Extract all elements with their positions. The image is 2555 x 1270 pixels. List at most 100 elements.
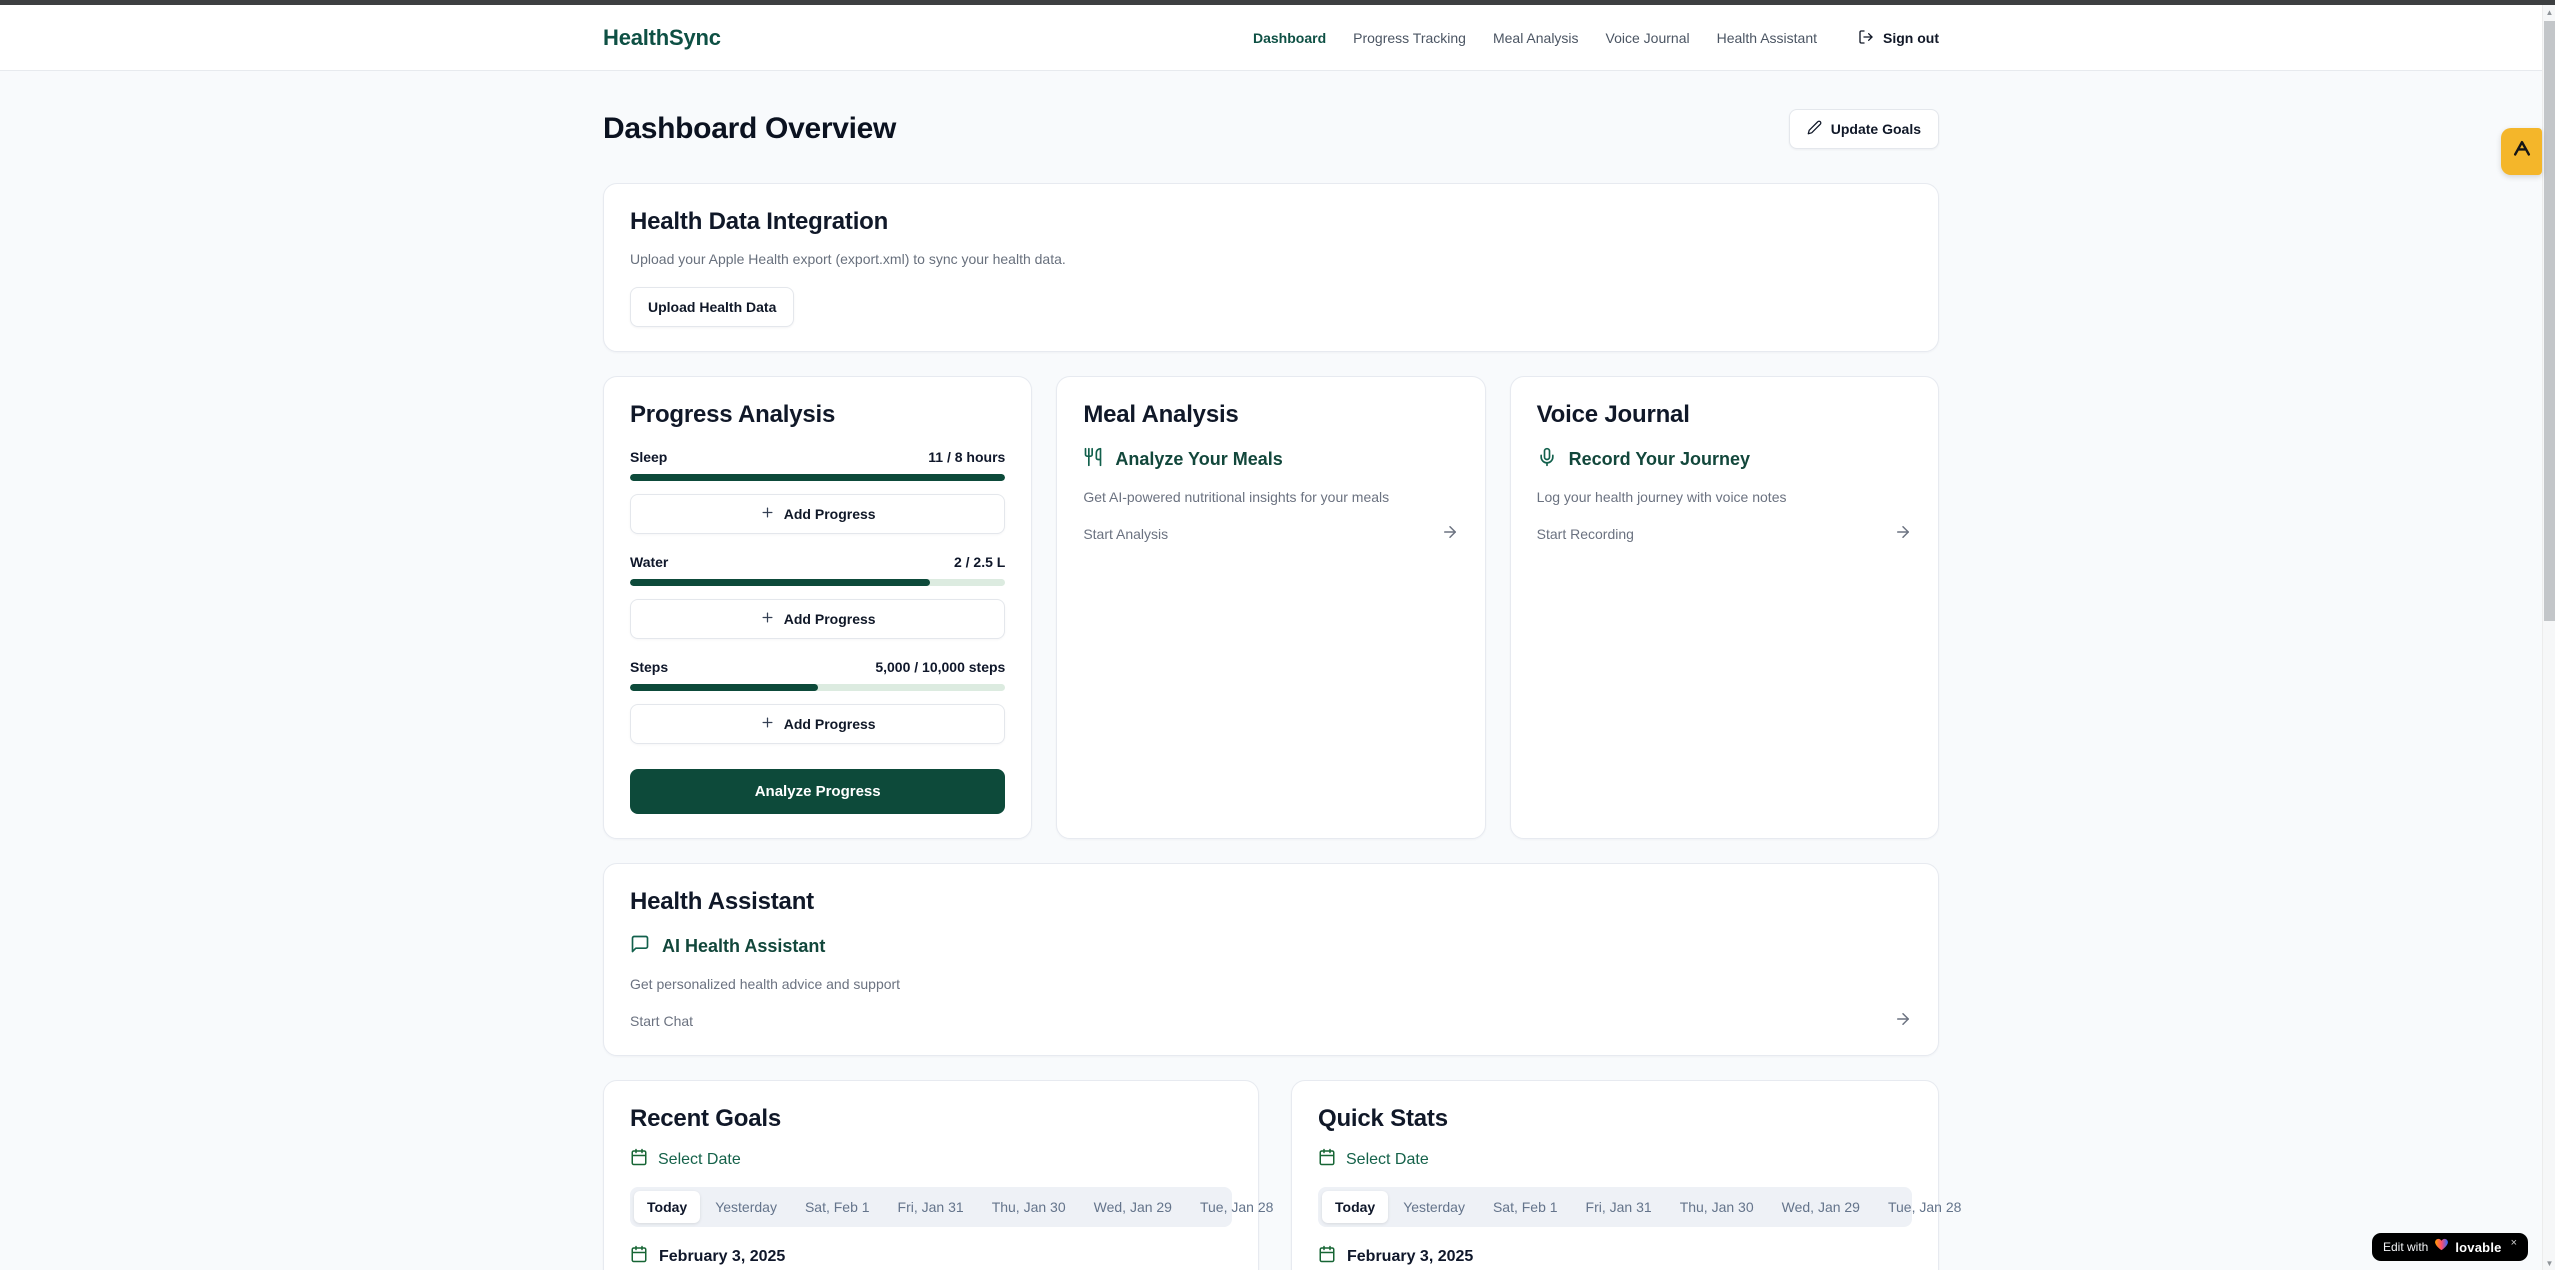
- start-chat-label: Start Chat: [630, 1013, 693, 1029]
- start-recording-link[interactable]: Start Recording: [1537, 523, 1912, 544]
- date-tab-wed-jan-29[interactable]: Wed, Jan 29: [1769, 1191, 1873, 1223]
- water-add-progress-button[interactable]: Add Progress: [630, 599, 1005, 639]
- meal-analysis-card: Meal Analysis Analyze Your Meals Get AI-…: [1056, 376, 1485, 839]
- voice-feature-title: Record Your Journey: [1569, 449, 1750, 470]
- update-goals-label: Update Goals: [1831, 121, 1921, 137]
- brand-logo[interactable]: HealthSync: [603, 25, 721, 51]
- close-icon[interactable]: ×: [2511, 1237, 2517, 1249]
- add-progress-label: Add Progress: [784, 716, 876, 732]
- nav-item-dashboard[interactable]: Dashboard: [1253, 30, 1326, 46]
- date-tab-fri-jan-31[interactable]: Fri, Jan 31: [885, 1191, 977, 1223]
- date-tab-thu-jan-30[interactable]: Thu, Jan 30: [1667, 1191, 1767, 1223]
- date-tab-today[interactable]: Today: [1322, 1191, 1388, 1223]
- integration-description: Upload your Apple Health export (export.…: [630, 251, 1912, 267]
- voice-description: Log your health journey with voice notes: [1537, 489, 1912, 505]
- scrollbar-down-arrow[interactable]: ▼: [2543, 1256, 2555, 1270]
- date-tab-sat-feb-1[interactable]: Sat, Feb 1: [1480, 1191, 1571, 1223]
- update-goals-button[interactable]: Update Goals: [1789, 109, 1939, 149]
- page-title: Dashboard Overview: [603, 112, 896, 146]
- steps-progress-bar: [630, 684, 1005, 691]
- arrow-right-icon: [1441, 523, 1459, 544]
- date-tab-sat-feb-1[interactable]: Sat, Feb 1: [792, 1191, 883, 1223]
- app-header: HealthSync Dashboard Progress Tracking M…: [0, 5, 2542, 71]
- plus-icon: [760, 505, 775, 523]
- nav-item-health-assistant[interactable]: Health Assistant: [1717, 30, 1817, 46]
- add-progress-label: Add Progress: [784, 506, 876, 522]
- meal-analysis-title: Meal Analysis: [1083, 401, 1458, 429]
- edit-badge-prefix: Edit with: [2383, 1240, 2428, 1254]
- voice-journal-card: Voice Journal Record Your Journey Log yo…: [1510, 376, 1939, 839]
- page-scrollbar[interactable]: ▲ ▼: [2542, 5, 2555, 1270]
- date-tab-today[interactable]: Today: [634, 1191, 700, 1223]
- utensils-icon: [1083, 447, 1103, 472]
- select-date-label: Select Date: [658, 1151, 741, 1169]
- start-analysis-link[interactable]: Start Analysis: [1083, 523, 1458, 544]
- lovable-side-badge[interactable]: [2501, 128, 2542, 175]
- calendar-icon: [1318, 1148, 1336, 1171]
- date-tab-fri-jan-31[interactable]: Fri, Jan 31: [1573, 1191, 1665, 1223]
- steps-value: 5,000 / 10,000 steps: [875, 659, 1005, 675]
- date-tab-wed-jan-29[interactable]: Wed, Jan 29: [1081, 1191, 1185, 1223]
- progress-analysis-title: Progress Analysis: [630, 401, 1005, 429]
- plus-icon: [760, 715, 775, 733]
- quick-stats-select-date[interactable]: Select Date: [1318, 1148, 1912, 1171]
- steps-label: Steps: [630, 659, 668, 675]
- edit-with-lovable-badge[interactable]: Edit with lovable ×: [2372, 1233, 2528, 1261]
- meal-description: Get AI-powered nutritional insights for …: [1083, 489, 1458, 505]
- date-tab-yesterday[interactable]: Yesterday: [702, 1191, 790, 1223]
- quick-stats-current-date: February 3, 2025: [1318, 1245, 1912, 1268]
- nav-item-meal-analysis[interactable]: Meal Analysis: [1493, 30, 1579, 46]
- date-tab-yesterday[interactable]: Yesterday: [1390, 1191, 1478, 1223]
- water-goal-group: Water 2 / 2.5 L Add Progress: [630, 554, 1005, 639]
- upload-health-data-button[interactable]: Upload Health Data: [630, 287, 794, 327]
- meal-feature-title: Analyze Your Meals: [1115, 449, 1282, 470]
- analyze-progress-button[interactable]: Analyze Progress: [630, 769, 1005, 814]
- date-tab-tue-jan-28[interactable]: Tue, Jan 28: [1875, 1191, 1974, 1223]
- voice-journal-title: Voice Journal: [1537, 401, 1912, 429]
- recent-goals-current-date: February 3, 2025: [630, 1245, 1232, 1268]
- date-tab-thu-jan-30[interactable]: Thu, Jan 30: [979, 1191, 1079, 1223]
- quick-stats-date-tabs: Today Yesterday Sat, Feb 1 Fri, Jan 31 T…: [1318, 1187, 1912, 1227]
- recent-goals-card: Recent Goals Select Date Today Yesterday…: [603, 1080, 1259, 1270]
- scrollbar-up-arrow[interactable]: ▲: [2543, 5, 2555, 19]
- main-content: Dashboard Overview Update Goals Health D…: [0, 71, 2542, 1270]
- current-date-label: February 3, 2025: [1347, 1248, 1473, 1266]
- scrollbar-thumb[interactable]: [2544, 21, 2555, 621]
- microphone-icon: [1537, 447, 1557, 472]
- arrow-right-icon: [1894, 1010, 1912, 1031]
- nav-item-progress-tracking[interactable]: Progress Tracking: [1353, 30, 1466, 46]
- sleep-add-progress-button[interactable]: Add Progress: [630, 494, 1005, 534]
- plus-icon: [760, 610, 775, 628]
- sleep-value: 11 / 8 hours: [928, 449, 1005, 465]
- recent-goals-select-date[interactable]: Select Date: [630, 1148, 1232, 1171]
- start-chat-link[interactable]: Start Chat: [630, 1010, 1912, 1031]
- water-value: 2 / 2.5 L: [954, 554, 1005, 570]
- progress-analysis-card: Progress Analysis Sleep 11 / 8 hours Add…: [603, 376, 1032, 839]
- quick-stats-card: Quick Stats Select Date Today Yesterday …: [1291, 1080, 1939, 1270]
- calendar-icon: [630, 1148, 648, 1171]
- add-progress-label: Add Progress: [784, 611, 876, 627]
- steps-add-progress-button[interactable]: Add Progress: [630, 704, 1005, 744]
- sign-out-button[interactable]: Sign out: [1858, 29, 1939, 48]
- chat-bubble-icon: [630, 934, 650, 959]
- sleep-goal-group: Sleep 11 / 8 hours Add Progress: [630, 449, 1005, 534]
- calendar-icon: [1318, 1245, 1336, 1268]
- assistant-feature-title: AI Health Assistant: [662, 936, 825, 957]
- nav-item-voice-journal[interactable]: Voice Journal: [1606, 30, 1690, 46]
- edit-badge-brand: lovable: [2455, 1240, 2501, 1255]
- calendar-icon: [630, 1245, 648, 1268]
- quick-stats-title: Quick Stats: [1318, 1105, 1912, 1133]
- sign-out-label: Sign out: [1883, 30, 1939, 46]
- steps-goal-group: Steps 5,000 / 10,000 steps Add Progress: [630, 659, 1005, 744]
- heart-icon: [2434, 1237, 2449, 1257]
- recent-goals-date-tabs: Today Yesterday Sat, Feb 1 Fri, Jan 31 T…: [630, 1187, 1232, 1227]
- health-assistant-title: Health Assistant: [630, 888, 1912, 916]
- water-progress-bar: [630, 579, 1005, 586]
- arrow-right-icon: [1894, 523, 1912, 544]
- assistant-description: Get personalized health advice and suppo…: [630, 976, 1912, 992]
- integration-title: Health Data Integration: [630, 208, 1912, 236]
- select-date-label: Select Date: [1346, 1151, 1429, 1169]
- health-data-integration-card: Health Data Integration Upload your Appl…: [603, 183, 1939, 352]
- recent-goals-title: Recent Goals: [630, 1105, 1232, 1133]
- date-tab-tue-jan-28[interactable]: Tue, Jan 28: [1187, 1191, 1286, 1223]
